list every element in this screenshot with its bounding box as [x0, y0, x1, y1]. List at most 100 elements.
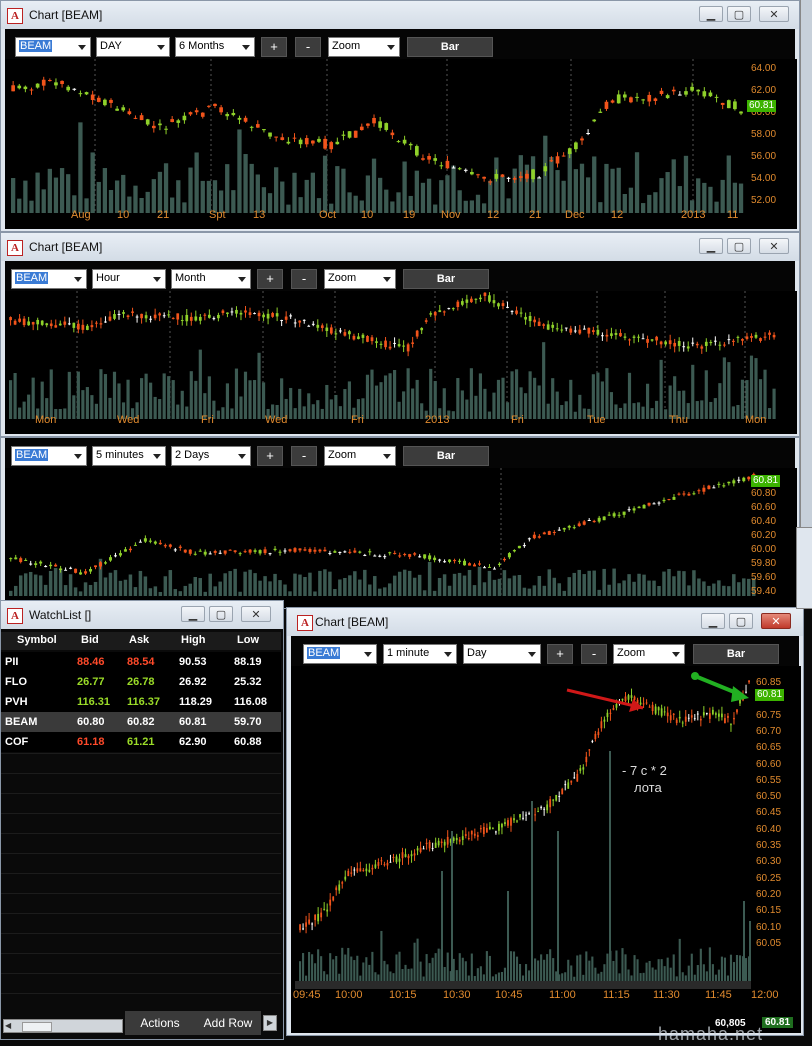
- bar-type-button[interactable]: Bar: [407, 37, 493, 57]
- title-bar[interactable]: A Chart [BEAM] ▁ ▢ ✕: [287, 608, 803, 636]
- minimize-button[interactable]: ▁: [701, 613, 725, 629]
- candle-body: [513, 818, 515, 821]
- title-bar[interactable]: A Chart [BEAM] ▁ ▢ ✕: [1, 1, 799, 29]
- zoom-value: Zoom: [328, 449, 357, 461]
- candle-body: [41, 79, 46, 86]
- zoom-in-button[interactable]: +: [261, 37, 287, 57]
- add-row-button[interactable]: Add Row: [195, 1011, 261, 1035]
- zoom-select[interactable]: Zoom: [324, 269, 396, 289]
- y-axis-tick-label: 60.20: [751, 530, 777, 541]
- period-select[interactable]: 6 Months: [175, 37, 255, 57]
- column-header-symbol[interactable]: Symbol: [17, 634, 57, 646]
- zoom-select[interactable]: Zoom: [613, 644, 685, 664]
- candle-body: [19, 558, 23, 563]
- volume-bar: [313, 591, 317, 596]
- price-chart[interactable]: Mon Wed Fri Wed Fri 2013 Fri Tue Thu Mon: [5, 291, 797, 434]
- period-select[interactable]: Month: [171, 269, 251, 289]
- zoom-select[interactable]: Zoom: [328, 37, 400, 57]
- watchlist-row[interactable]: BEAM 60.80 60.82 60.81 59.70: [1, 712, 281, 732]
- candle-body: [660, 708, 663, 716]
- scroll-left-icon[interactable]: ◀: [5, 1021, 15, 1031]
- close-button[interactable]: ✕: [761, 613, 791, 629]
- watchlist-row[interactable]: PVH 116.31 116.37 118.29 116.08: [1, 692, 281, 712]
- candle-body: [709, 341, 713, 344]
- close-button[interactable]: ✕: [241, 606, 271, 622]
- x-axis-tick-label: Tue: [587, 414, 606, 426]
- period-select[interactable]: Day: [463, 644, 541, 664]
- scroll-right-icon[interactable]: ▶: [263, 1015, 277, 1031]
- interval-select[interactable]: 5 minutes: [92, 446, 166, 466]
- actions-button[interactable]: Actions: [125, 1011, 195, 1035]
- volume-bar: [456, 378, 460, 419]
- maximize-button[interactable]: ▢: [209, 606, 233, 622]
- maximize-button[interactable]: ▢: [727, 6, 751, 22]
- scroll-thumb[interactable]: [22, 1022, 52, 1032]
- close-button[interactable]: ✕: [759, 238, 789, 254]
- bar-type-button[interactable]: Bar: [403, 446, 489, 466]
- volume-bar: [485, 951, 488, 981]
- volume-bar: [518, 155, 523, 213]
- candle-body: [72, 322, 76, 328]
- candle-body: [438, 310, 442, 313]
- zoom-in-button[interactable]: +: [547, 644, 573, 664]
- volume-bar: [492, 392, 496, 419]
- zoom-value: Zoom: [617, 647, 646, 659]
- candle-body: [659, 90, 664, 95]
- volume-bar: [384, 189, 389, 213]
- column-header-bid[interactable]: Bid: [81, 634, 99, 646]
- zoom-out-button[interactable]: -: [291, 269, 317, 289]
- maximize-button[interactable]: ▢: [727, 238, 751, 254]
- minimize-button[interactable]: ▁: [699, 238, 723, 254]
- volume-bar: [22, 401, 26, 419]
- candle-body: [235, 309, 238, 314]
- zoom-out-button[interactable]: -: [295, 37, 321, 57]
- zoom-in-button[interactable]: +: [257, 446, 283, 466]
- title-bar[interactable]: A Chart [BEAM] ▁ ▢ ✕: [1, 233, 799, 261]
- zoom-out-button[interactable]: -: [581, 644, 607, 664]
- watchlist-row[interactable]: PII 88.46 88.54 90.53 88.19: [1, 652, 281, 672]
- volume-bar: [632, 581, 636, 596]
- zoom-select[interactable]: Zoom: [324, 446, 396, 466]
- column-header-low[interactable]: Low: [237, 634, 259, 646]
- horizontal-scrollbar[interactable]: ◀: [3, 1019, 123, 1033]
- column-header-ask[interactable]: Ask: [129, 634, 149, 646]
- price-chart[interactable]: 60.8560.8060.7560.7060.6560.6060.5560.50…: [291, 666, 801, 1033]
- volume-bar: [228, 571, 232, 596]
- symbol-select[interactable]: BEAM: [15, 37, 91, 57]
- price-chart[interactable]: 60.80 60.60 60.40 60.20 60.00 59.80 59.60 59.40…: [5, 468, 797, 608]
- interval-select[interactable]: DAY: [96, 37, 170, 57]
- watchlist-row[interactable]: COF 61.18 61.21 62.90 60.88: [1, 732, 281, 752]
- bar-type-button[interactable]: Bar: [693, 644, 779, 664]
- maximize-button[interactable]: ▢: [729, 613, 753, 629]
- price-chart[interactable]: 64.00 62.00 60.00 58.00 56.00 54.00 52.00 Aug 1…: [5, 59, 797, 229]
- period-select[interactable]: 2 Days: [171, 446, 251, 466]
- volume-bar: [168, 570, 173, 596]
- candle-body: [289, 315, 293, 317]
- watchlist-row[interactable]: FLO 26.77 26.78 26.92 25.32: [1, 672, 281, 692]
- title-bar[interactable]: A WatchList [] ▁ ▢ ✕: [1, 601, 283, 629]
- column-header-high[interactable]: High: [181, 634, 205, 646]
- zoom-in-button[interactable]: +: [257, 269, 283, 289]
- volume-bar: [9, 380, 13, 419]
- volume-bar: [407, 968, 410, 981]
- volume-bar: [411, 388, 415, 419]
- minimize-button[interactable]: ▁: [181, 606, 205, 622]
- interval-select[interactable]: Hour: [92, 269, 166, 289]
- interval-select[interactable]: 1 minute: [383, 644, 457, 664]
- symbol-select[interactable]: BEAM: [11, 446, 87, 466]
- zoom-out-button[interactable]: -: [291, 446, 317, 466]
- candle-body: [40, 320, 44, 325]
- candle-body: [368, 551, 372, 553]
- bar-type-button[interactable]: Bar: [403, 269, 489, 289]
- close-button[interactable]: ✕: [759, 6, 789, 22]
- candle-body: [332, 896, 335, 901]
- volume-bar: [582, 408, 586, 419]
- candle-body: [446, 836, 449, 845]
- symbol-select[interactable]: BEAM: [11, 269, 87, 289]
- candle-body: [223, 550, 227, 554]
- symbol-select[interactable]: BEAM: [303, 644, 377, 664]
- volume-bar: [140, 378, 144, 419]
- volume-bar: [673, 376, 677, 419]
- volume-bar: [707, 585, 711, 596]
- minimize-button[interactable]: ▁: [699, 6, 723, 22]
